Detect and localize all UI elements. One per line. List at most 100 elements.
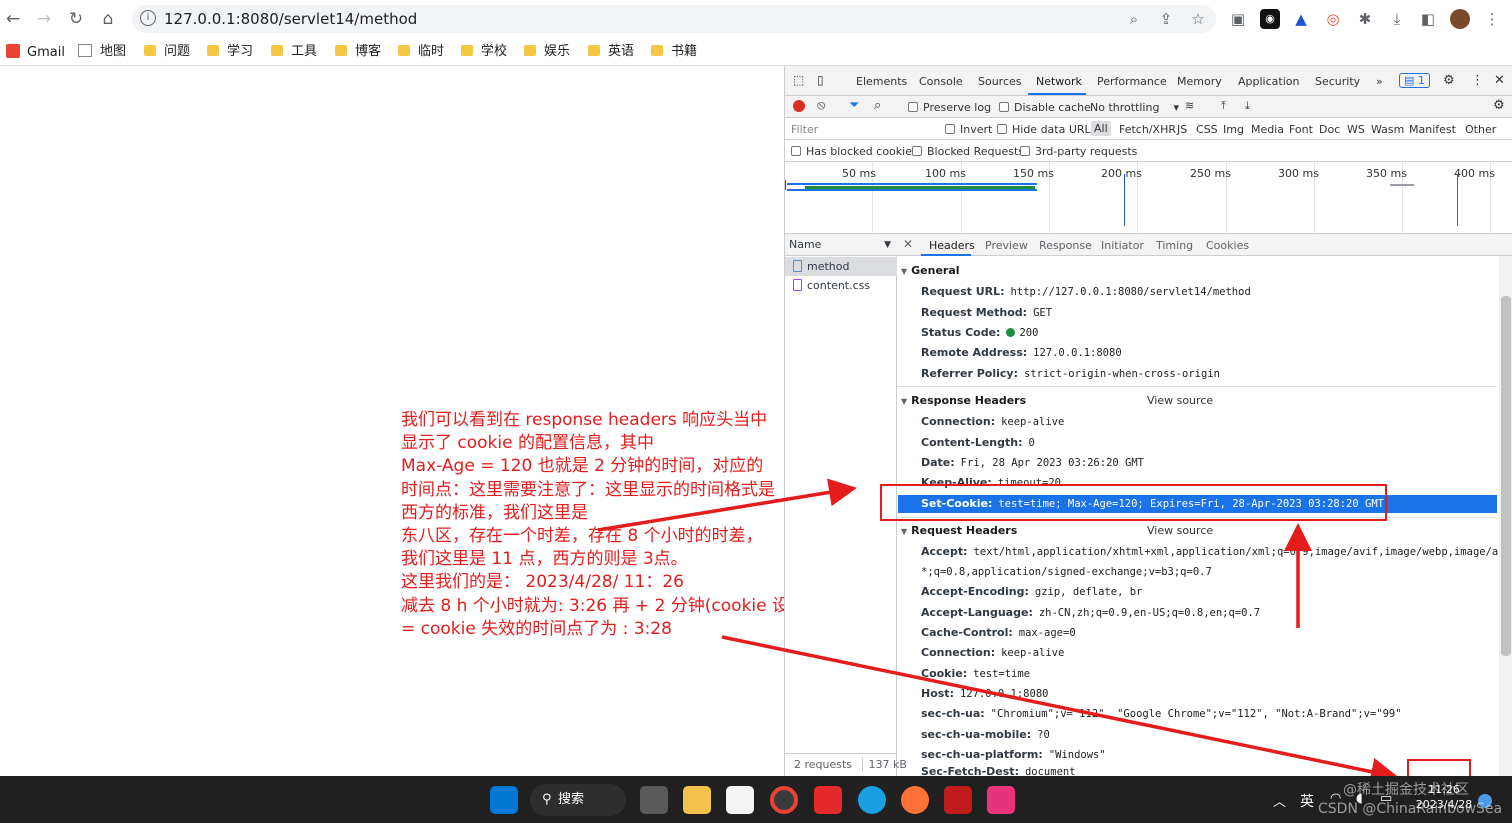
device-toolbar-icon[interactable]: ▯: [817, 73, 824, 87]
section-response-headers-toggle[interactable]: ▼ Response Headers: [901, 394, 1026, 407]
tab-response[interactable]: Response: [1039, 239, 1092, 252]
tab-security[interactable]: Security: [1315, 75, 1360, 88]
scrollbar-thumb[interactable]: [1501, 296, 1511, 656]
tab-sources[interactable]: Sources: [978, 75, 1022, 88]
extensions-puzzle-icon[interactable]: ✱: [1355, 9, 1375, 29]
chrome-icon[interactable]: [770, 786, 798, 814]
record-icon[interactable]: [793, 100, 805, 112]
issues-badge[interactable]: ▤ 1: [1399, 73, 1430, 88]
extension-1-icon[interactable]: ▣: [1228, 9, 1248, 29]
request-row-content-css[interactable]: content.css: [785, 276, 897, 295]
bookmark-folder-wenti[interactable]: 问题: [144, 44, 190, 60]
details-scrollbar[interactable]: [1499, 256, 1512, 776]
firefox-icon[interactable]: [901, 786, 929, 814]
clear-icon[interactable]: ⦸: [817, 98, 825, 113]
bookmark-folder-xuexi[interactable]: 学习: [207, 44, 253, 60]
type-filter-other[interactable]: Other: [1465, 123, 1496, 136]
inspect-element-icon[interactable]: ⬚: [793, 73, 804, 87]
type-filter-js[interactable]: JS: [1177, 123, 1187, 136]
hide-data-urls-checkbox[interactable]: Hide data URLs: [997, 123, 1096, 136]
intellij-icon[interactable]: [987, 786, 1015, 814]
site-info-icon[interactable]: i: [140, 10, 156, 26]
bookmark-map[interactable]: 地图: [78, 44, 126, 60]
type-filter-doc[interactable]: Doc: [1319, 123, 1340, 136]
network-conditions-icon[interactable]: ≋: [1185, 99, 1194, 112]
extension-4-icon[interactable]: ◎: [1323, 9, 1343, 29]
task-view-icon[interactable]: [640, 786, 668, 814]
filter-icon[interactable]: ⏷: [849, 98, 859, 113]
bookmark-folder-boke[interactable]: 博客: [335, 44, 381, 60]
tab-timing[interactable]: Timing: [1156, 239, 1193, 252]
taskbar-search[interactable]: ⚲ 搜索: [530, 784, 626, 816]
home-icon[interactable]: ⌂: [98, 9, 118, 29]
url-text[interactable]: 127.0.0.1:8080/servlet14/method: [164, 10, 417, 28]
type-filter-img[interactable]: Img: [1223, 123, 1244, 136]
type-filter-wasm[interactable]: Wasm: [1371, 123, 1404, 136]
request-row-method[interactable]: method: [785, 257, 897, 276]
tab-preview[interactable]: Preview: [985, 239, 1028, 252]
profile-avatar[interactable]: [1450, 9, 1470, 29]
tab-elements[interactable]: Elements: [856, 75, 907, 88]
settings-gear-icon[interactable]: ⚙: [1443, 73, 1455, 88]
address-bar[interactable]: i 127.0.0.1:8080/servlet14/method: [132, 5, 1216, 33]
more-tabs-icon[interactable]: »: [1376, 75, 1383, 88]
invert-checkbox[interactable]: Invert: [945, 123, 992, 136]
has-blocked-cookies-checkbox[interactable]: Has blocked cookies: [791, 145, 918, 158]
search-icon[interactable]: ⌕: [874, 98, 881, 113]
extension-3-icon[interactable]: ▲: [1291, 9, 1311, 29]
bookmark-folder-linshi[interactable]: 临时: [398, 44, 444, 60]
close-details-icon[interactable]: ✕: [903, 237, 913, 251]
side-panel-icon[interactable]: ◧: [1418, 9, 1438, 29]
name-column-header[interactable]: Name ▼: [785, 234, 897, 256]
set-cookie-row[interactable]: Set-Cookie: test=time; Max-Age=120; Expir…: [898, 495, 1497, 513]
tab-memory[interactable]: Memory: [1177, 75, 1222, 88]
type-filter-manifest[interactable]: Manifest: [1409, 123, 1456, 136]
file-explorer-icon[interactable]: [683, 786, 711, 814]
share-icon[interactable]: ⇪: [1156, 9, 1176, 29]
export-har-icon[interactable]: ⤓: [1245, 99, 1250, 113]
type-filter-fetch[interactable]: Fetch/XHR: [1119, 123, 1176, 136]
section-general-toggle[interactable]: ▼ General: [901, 264, 960, 277]
type-filter-ws[interactable]: WS: [1347, 123, 1365, 136]
tab-initiator[interactable]: Initiator: [1101, 239, 1144, 252]
menu-kebab-icon[interactable]: ⋮: [1482, 9, 1502, 29]
tab-performance[interactable]: Performance: [1097, 75, 1167, 88]
ime-indicator[interactable]: 英: [1300, 791, 1314, 811]
mcafee-icon[interactable]: [944, 786, 972, 814]
tab-headers[interactable]: Headers: [929, 239, 975, 252]
third-party-requests-checkbox[interactable]: 3rd-party requests: [1020, 145, 1137, 158]
edge-icon[interactable]: [858, 786, 886, 814]
timeline-overview[interactable]: 50 ms 100 ms 150 ms 200 ms 250 ms 300 ms…: [785, 162, 1512, 234]
bookmark-folder-gongju[interactable]: 工具: [271, 44, 317, 60]
bookmark-star-icon[interactable]: ☆: [1188, 9, 1208, 29]
throttling-select[interactable]: No throttling ▾: [1090, 101, 1179, 114]
blocked-requests-checkbox[interactable]: Blocked Requests: [912, 145, 1024, 158]
type-filter-media[interactable]: Media: [1251, 123, 1284, 136]
tab-cookies[interactable]: Cookies: [1206, 239, 1249, 252]
disable-cache-checkbox[interactable]: Disable cache: [999, 101, 1091, 114]
type-filter-all[interactable]: All: [1091, 121, 1111, 136]
download-icon[interactable]: ⤓: [1387, 9, 1407, 29]
typora-icon[interactable]: [726, 786, 754, 814]
section-request-headers-toggle[interactable]: ▼ Request Headers: [901, 524, 1017, 537]
tab-console[interactable]: Console: [919, 75, 963, 88]
filter-input[interactable]: Filter: [791, 123, 818, 136]
type-filter-font[interactable]: Font: [1289, 123, 1313, 136]
zoom-icon[interactable]: ⌕: [1124, 9, 1144, 29]
back-icon[interactable]: ←: [3, 9, 23, 29]
preserve-log-checkbox[interactable]: Preserve log: [908, 101, 991, 114]
tab-application[interactable]: Application: [1238, 75, 1299, 88]
network-settings-icon[interactable]: ⚙: [1493, 98, 1505, 113]
start-windows-icon[interactable]: [490, 786, 518, 814]
tab-network[interactable]: Network: [1036, 75, 1082, 88]
close-devtools-icon[interactable]: ✕: [1494, 73, 1505, 88]
youdao-icon[interactable]: [814, 786, 842, 814]
bookmark-folder-xuexiao[interactable]: 学校: [461, 44, 507, 60]
bookmark-folder-yule[interactable]: 娱乐: [524, 44, 570, 60]
import-har-icon[interactable]: ⤒: [1221, 99, 1226, 113]
bookmark-folder-shuji[interactable]: 书籍: [651, 44, 697, 60]
type-filter-css[interactable]: CSS: [1196, 123, 1218, 136]
tray-chevron-icon[interactable]: ︿: [1273, 791, 1286, 810]
bookmark-folder-yingyu[interactable]: 英语: [588, 44, 634, 60]
bookmark-gmail[interactable]: Gmail: [6, 44, 65, 60]
